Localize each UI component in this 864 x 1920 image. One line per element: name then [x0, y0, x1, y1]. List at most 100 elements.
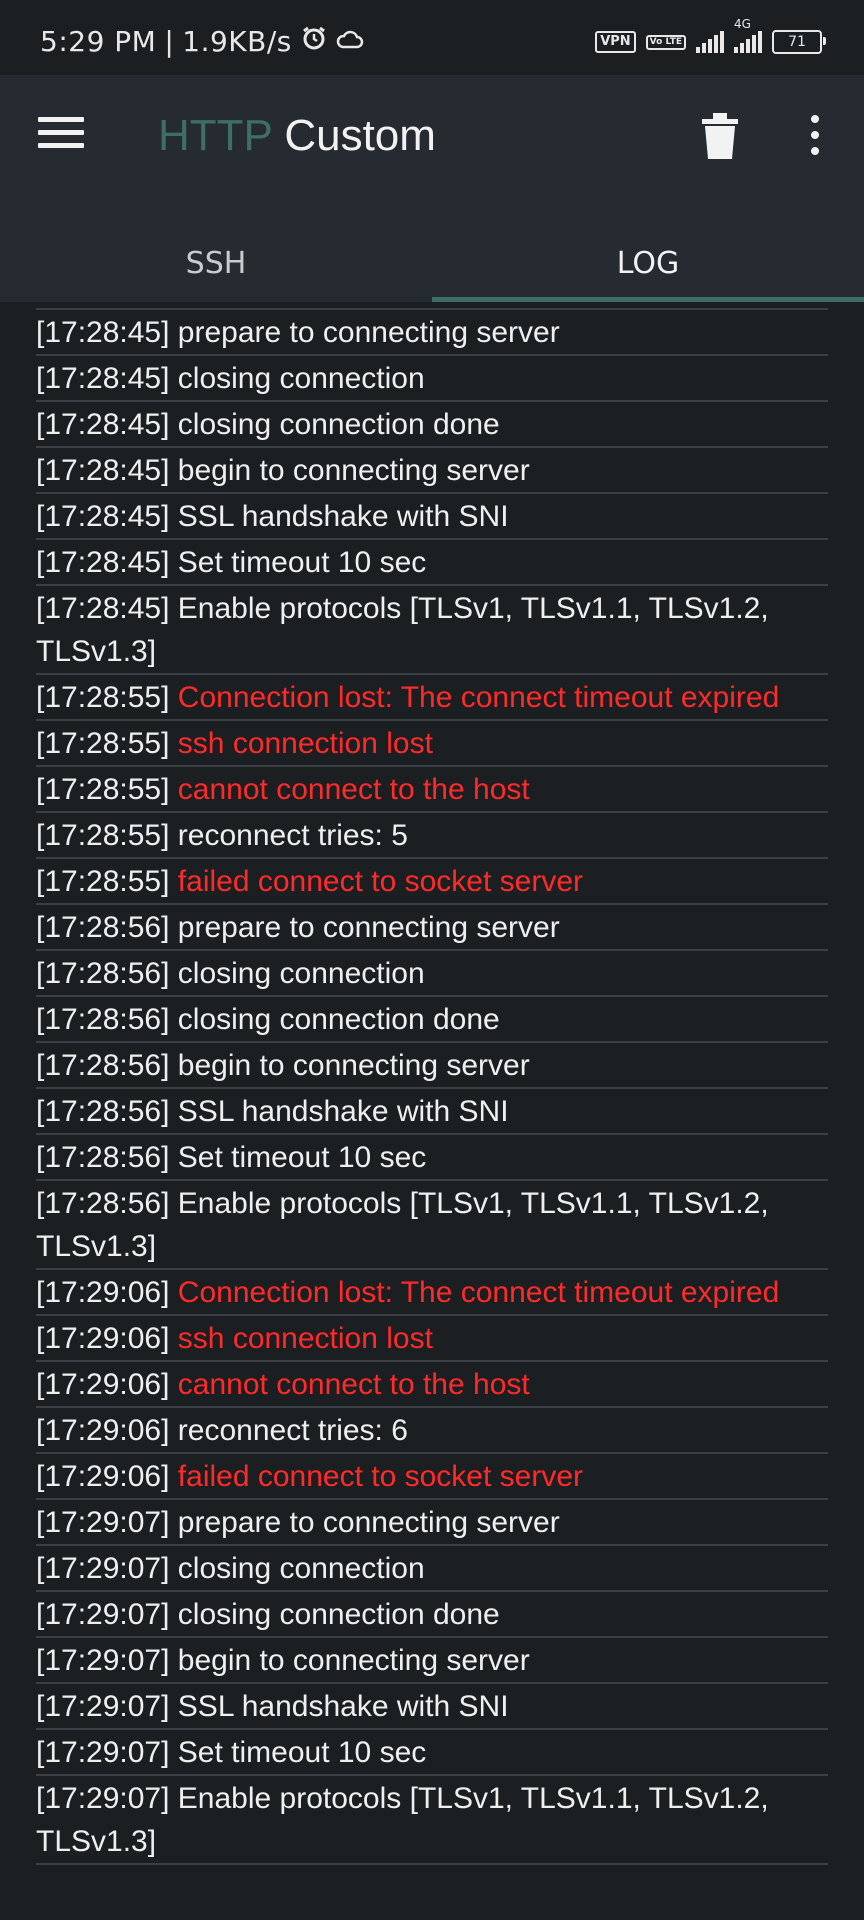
- log-timestamp: [17:28:56]: [36, 911, 170, 944]
- log-timestamp: [17:28:45]: [36, 302, 169, 303]
- log-timestamp: [17:28:45]: [36, 500, 170, 533]
- status-right: VPN Vo LTE 4G 71: [595, 17, 826, 54]
- cloud-icon: [336, 25, 364, 58]
- log-message: cannot connect to the host: [177, 773, 530, 806]
- log-message: closing connection done: [177, 408, 500, 441]
- log-message: SSL handshake with SNI: [177, 1690, 509, 1723]
- log-row: [17:28:55] failed connect to socket serv…: [36, 859, 828, 905]
- log-timestamp: [17:28:56]: [36, 1187, 170, 1220]
- log-row: [17:28:55] ssh connection lost: [36, 721, 828, 767]
- log-timestamp: [17:29:06]: [36, 1414, 170, 1447]
- log-message: closing connection: [177, 1552, 425, 1585]
- log-row: [17:28:56] SSL handshake with SNI: [36, 1089, 828, 1135]
- log-row: [17:28:45] begin to connecting server: [36, 448, 828, 494]
- tab-bar: SSH LOG: [0, 225, 864, 302]
- log-message: prepare to connecting server: [177, 316, 560, 349]
- log-message: closing connection done: [177, 1003, 500, 1036]
- log-row: [17:29:07] Enable protocols [TLSv1, TLSv…: [36, 1776, 828, 1865]
- log-message: failed connect to socket server: [177, 865, 584, 898]
- log-row: [17:28:55] cannot connect to the host: [36, 767, 828, 813]
- log-timestamp: [17:29:06]: [36, 1368, 170, 1401]
- network-type: 4G: [734, 17, 751, 31]
- log-row: [17:29:07] Set timeout 10 sec: [36, 1730, 828, 1776]
- log-row: [17:28:56] Set timeout 10 sec: [36, 1135, 828, 1181]
- log-message: prepare to connecting server: [177, 911, 560, 944]
- log-row: [17:28:45] closing connection: [36, 356, 828, 402]
- log-timestamp: [17:29:07]: [36, 1782, 170, 1815]
- log-timestamp: [17:28:56]: [36, 1095, 170, 1128]
- title-part-custom: Custom: [284, 111, 436, 160]
- log-row: [17:28:45] prepare to connecting server: [36, 310, 828, 356]
- log-row: [17:29:06] reconnect tries: 6: [36, 1408, 828, 1454]
- menu-icon[interactable]: [38, 117, 84, 153]
- log-timestamp: [17:29:07]: [36, 1552, 170, 1585]
- more-vert-icon[interactable]: [800, 115, 830, 165]
- log-row: [17:29:06] ssh connection lost: [36, 1316, 828, 1362]
- log-message: closing connection: [177, 362, 425, 395]
- log-timestamp: [17:29:07]: [36, 1736, 170, 1769]
- log-timestamp: [17:28:55]: [36, 681, 170, 714]
- log-row: [17:28:45] SSL handshake with SNI: [36, 494, 828, 540]
- log-timestamp: [17:28:45]: [36, 408, 170, 441]
- trash-icon[interactable]: [702, 113, 742, 163]
- log-timestamp: [17:29:06]: [36, 1322, 170, 1355]
- log-scroll: [17:28:45] Local IP 10.92.182.77 [17:28:4…: [36, 302, 828, 1865]
- volte-badge: Vo LTE: [645, 34, 686, 50]
- log-timestamp: [17:28:45]: [36, 546, 170, 579]
- app-title: HTTP Custom: [158, 111, 436, 161]
- log-row: [17:29:06] cannot connect to the host: [36, 1362, 828, 1408]
- tab-ssh[interactable]: SSH: [0, 225, 432, 302]
- log-timestamp: [17:28:55]: [36, 819, 170, 852]
- log-timestamp: [17:28:55]: [36, 865, 170, 898]
- log-list[interactable]: [17:28:45] Local IP 10.92.182.77 [17:28:4…: [36, 302, 828, 1920]
- log-row: [17:29:06] failed connect to socket serv…: [36, 1454, 828, 1500]
- log-message: reconnect tries: 6: [177, 1414, 408, 1447]
- log-row: [17:29:07] prepare to connecting server: [36, 1500, 828, 1546]
- log-row: [17:29:07] begin to connecting server: [36, 1638, 828, 1684]
- log-message: Set timeout 10 sec: [177, 1736, 427, 1769]
- log-message: closing connection done: [177, 1598, 500, 1631]
- clock: 5:29 PM: [40, 25, 157, 58]
- status-bar: 5:29 PM | 1.9KB/s VPN Vo LTE 4G 71: [0, 0, 864, 75]
- log-message: Local IP 10.92.182.77: [178, 302, 469, 303]
- log-row: [17:29:06] Connection lost: The connect …: [36, 1270, 828, 1316]
- tab-log[interactable]: LOG: [432, 225, 864, 302]
- log-row: [17:28:45] Enable protocols [TLSv1, TLSv…: [36, 586, 828, 675]
- log-message: cannot connect to the host: [177, 1368, 530, 1401]
- log-row: [17:28:55] reconnect tries: 5: [36, 813, 828, 859]
- log-timestamp: [17:28:56]: [36, 1003, 170, 1036]
- log-message: SSL handshake with SNI: [177, 500, 509, 533]
- battery-level: 71: [788, 34, 806, 50]
- title-part-http: HTTP: [158, 111, 273, 160]
- log-timestamp: [17:28:45]: [36, 454, 170, 487]
- app-bar: HTTP Custom SSH LOG: [0, 75, 864, 302]
- log-message: prepare to connecting server: [177, 1506, 560, 1539]
- log-row: [17:28:56] closing connection done: [36, 997, 828, 1043]
- log-timestamp: [17:29:06]: [36, 1460, 170, 1493]
- battery-icon: 71: [772, 30, 826, 54]
- log-message: begin to connecting server: [177, 454, 530, 487]
- log-message: ssh connection lost: [177, 1322, 433, 1355]
- log-row: [17:29:07] closing connection: [36, 1546, 828, 1592]
- log-row: [17:28:56] Enable protocols [TLSv1, TLSv…: [36, 1181, 828, 1270]
- log-timestamp: [17:28:55]: [36, 727, 170, 760]
- status-left: 5:29 PM | 1.9KB/s: [40, 24, 364, 59]
- log-row: [17:29:07] SSL handshake with SNI: [36, 1684, 828, 1730]
- log-message: Set timeout 10 sec: [177, 1141, 427, 1174]
- log-timestamp: [17:28:45]: [36, 362, 170, 395]
- log-row: [17:28:56] begin to connecting server: [36, 1043, 828, 1089]
- log-message: Connection lost: The connect timeout exp…: [177, 681, 780, 714]
- log-row: [17:28:55] Connection lost: The connect …: [36, 675, 828, 721]
- log-timestamp: [17:29:07]: [36, 1644, 170, 1677]
- log-timestamp: [17:28:45]: [36, 316, 170, 349]
- log-message: Set timeout 10 sec: [177, 546, 427, 579]
- log-row: [17:28:56] closing connection: [36, 951, 828, 997]
- log-timestamp: [17:28:45]: [36, 592, 170, 625]
- log-timestamp: [17:28:56]: [36, 1141, 170, 1174]
- network-speed: 1.9KB/s: [182, 25, 292, 58]
- signal-4g-icon: 4G: [734, 17, 762, 53]
- log-timestamp: [17:28:56]: [36, 957, 170, 990]
- log-message: failed connect to socket server: [177, 1460, 584, 1493]
- vpn-badge: VPN: [595, 31, 636, 53]
- signal-icon: [696, 31, 724, 53]
